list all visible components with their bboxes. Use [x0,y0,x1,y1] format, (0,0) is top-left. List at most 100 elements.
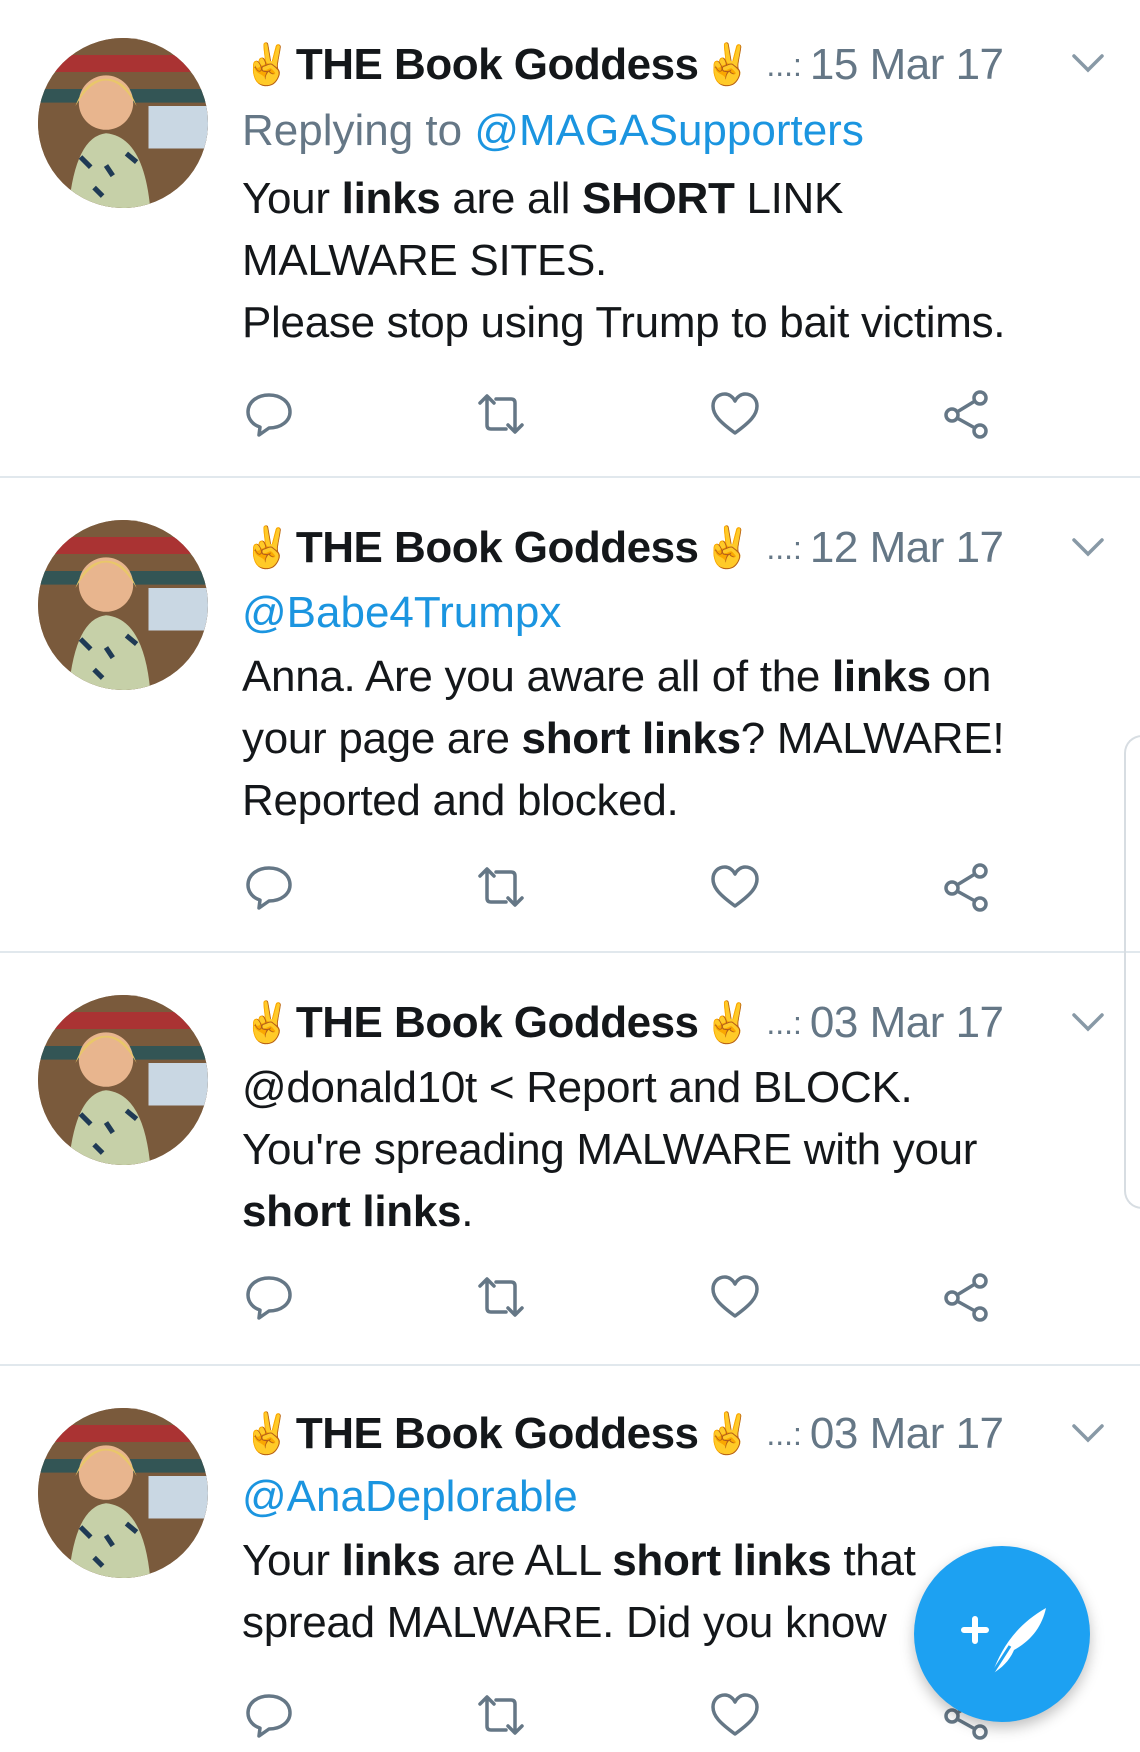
tweet-text: @donald10t < Report and BLOCK. You're spr… [242,1057,1122,1243]
mention-link[interactable]: @AnaDeplorable [242,1472,578,1521]
tweet-text-line: Anna. Are you aware all of the links on [242,646,1122,708]
reply-icon[interactable] [242,1688,296,1742]
tweet-header: ✌ THE Book Goddess ✌ ...: 12 Mar 17 [242,518,1004,578]
victory-hand-emoji: ✌ [242,1001,292,1045]
victory-hand-emoji: ✌ [702,1412,753,1456]
tweet-date[interactable]: 03 Mar 17 [810,998,1004,1048]
scroll-indicator[interactable] [1124,735,1140,1209]
text-run: LINK [734,174,844,223]
name-dots: ...: [766,1004,802,1041]
avatar-photo [38,995,208,1165]
display-name[interactable]: THE Book Goddess [296,1409,699,1459]
text-run: that [831,1536,916,1585]
tweet-text-line: your page are short links? MALWARE! [242,708,1122,770]
text-run: Your [242,174,342,223]
compose-tweet-icon [961,1608,1046,1675]
text-run: spread MALWARE. Did you know [242,1598,887,1647]
avatar-photo [38,38,208,208]
victory-hand-emoji: ✌ [242,526,292,570]
text-run: Please stop using Trump to bait victims. [242,298,1006,347]
text-run: on [930,652,992,701]
replying-to: Replying to @MAGASupporters [242,106,864,156]
name-dots: ...: [766,1415,802,1452]
retweet-icon[interactable] [474,860,528,914]
bold-text: links [341,1536,441,1585]
mention-link[interactable]: @Babe4Trumpx [242,588,561,637]
text-run: are ALL [440,1536,613,1585]
avatar[interactable] [38,995,208,1165]
chevron-down-icon[interactable] [1068,532,1108,562]
tweet[interactable]: ✌ THE Book Goddess ✌ ...: 03 Mar 17 @don… [0,953,1140,1366]
tweet-text-line: Your links are all SHORT LINK [242,168,1122,230]
text-run: Anna. Are you aware all of the [242,652,832,701]
text-run: Your [242,1536,342,1585]
tweet-header: ✌ THE Book Goddess ✌ ...: 03 Mar 17 [242,1404,1004,1464]
tweet-text-line: MALWARE SITES. [242,230,1122,292]
display-name[interactable]: THE Book Goddess [296,523,699,573]
bold-text: links [831,652,931,701]
tweet-actions [0,387,1140,447]
mention-link[interactable]: @MAGASupporters [474,106,863,155]
avatar-photo [38,520,208,690]
victory-hand-emoji: ✌ [242,1412,292,1456]
tweet-text-line: Please stop using Trump to bait victims. [242,292,1122,354]
tweet-actions [0,1270,1140,1330]
text-run: MALWARE SITES. [242,236,607,285]
reply-icon[interactable] [242,860,296,914]
heart-icon[interactable] [708,860,762,914]
chevron-down-icon[interactable] [1068,1007,1108,1037]
text-run: ? MALWARE! [740,714,1005,763]
text-run: Reported and blocked. [242,776,679,825]
heart-icon[interactable] [708,1688,762,1742]
replying-to: @AnaDeplorable [242,1472,578,1522]
display-name[interactable]: THE Book Goddess [296,998,699,1048]
tweet-text: Anna. Are you aware all of the links on y… [242,646,1122,832]
tweet-date[interactable]: 03 Mar 17 [810,1409,1004,1459]
share-icon[interactable] [940,387,994,441]
victory-hand-emoji: ✌ [242,43,292,87]
tweet-text: Your links are all SHORT LINK MALWARE SIT… [242,168,1122,354]
compose-tweet-button[interactable] [914,1546,1090,1722]
text-run: . [461,1187,474,1236]
tweet-text-line: short links. [242,1181,1122,1243]
heart-icon[interactable] [708,387,762,441]
avatar-photo [38,1408,208,1578]
avatar[interactable] [38,1408,208,1578]
reply-icon[interactable] [242,1270,296,1324]
tweet-text-line: Reported and blocked. [242,770,1122,832]
chevron-down-icon[interactable] [1068,48,1108,78]
bold-text: short links [612,1536,832,1585]
text-run: are all [440,174,583,223]
tweet-text-line: @donald10t < Report and BLOCK. [242,1057,1122,1119]
victory-hand-emoji: ✌ [702,1001,753,1045]
share-icon[interactable] [940,860,994,914]
chevron-down-icon[interactable] [1068,1418,1108,1448]
heart-icon[interactable] [708,1270,762,1324]
share-icon[interactable] [940,1270,994,1324]
avatar[interactable] [38,38,208,208]
tweet-text-line: You're spreading MALWARE with your [242,1119,1122,1181]
display-name[interactable]: THE Book Goddess [296,40,699,90]
retweet-icon[interactable] [474,1688,528,1742]
tweet[interactable]: ✌ THE Book Goddess ✌ ...: 12 Mar 17 @Bab… [0,478,1140,953]
tweet-header: ✌ THE Book Goddess ✌ ...: 03 Mar 17 [242,993,1004,1053]
retweet-icon[interactable] [474,387,528,441]
tweet-date[interactable]: 12 Mar 17 [810,523,1004,573]
victory-hand-emoji: ✌ [702,526,753,570]
name-dots: ...: [766,529,802,566]
tweet-header: ✌ THE Book Goddess ✌ ...: 15 Mar 17 [242,35,1004,95]
victory-hand-emoji: ✌ [702,43,753,87]
replying-to: @Babe4Trumpx [242,588,561,638]
bold-text: short links [521,714,742,763]
tweet-date[interactable]: 15 Mar 17 [810,40,1004,90]
name-dots: ...: [766,46,802,83]
reply-icon[interactable] [242,387,296,441]
retweet-icon[interactable] [474,1270,528,1324]
bold-text: SHORT [582,174,735,223]
tweet[interactable]: ✌ THE Book Goddess ✌ ...: 15 Mar 17 Repl… [0,0,1140,478]
text-run: @donald10t < Report and BLOCK. [242,1063,913,1112]
tweet-actions [0,860,1140,920]
replying-to-label: Replying to [242,106,475,155]
avatar[interactable] [38,520,208,690]
text-run: You're spreading MALWARE with your [242,1125,978,1174]
